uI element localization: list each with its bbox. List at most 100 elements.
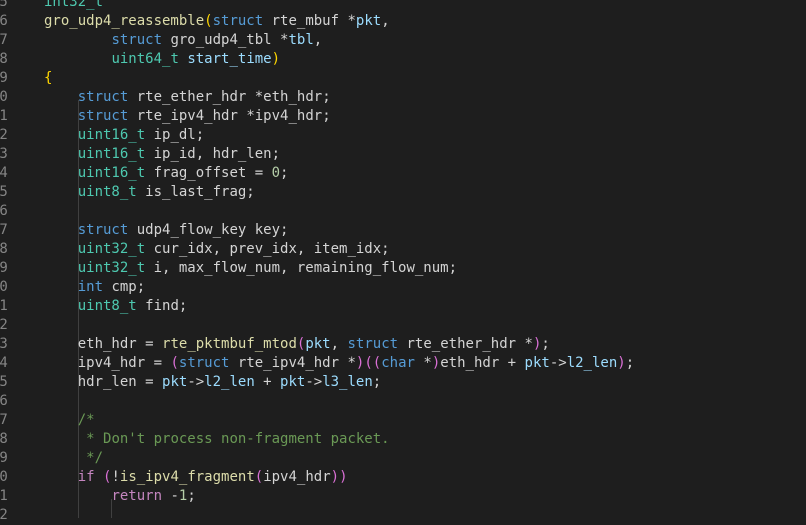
code-line[interactable]: 21 return -1; <box>0 487 806 506</box>
code-token: pkt <box>305 336 331 352</box>
code-token: struct <box>347 336 399 352</box>
code-line[interactable]: 07 struct udp4_flow_key key; <box>0 221 806 240</box>
code-line[interactable]: 16 <box>0 392 806 411</box>
line-number: 08 <box>0 241 8 257</box>
code-line[interactable]: 17 /* <box>0 411 806 430</box>
code-token: rte_mbuf <box>263 13 348 29</box>
code-text: uint16_t ip_dl; <box>44 126 204 145</box>
code-token: -> <box>305 374 323 390</box>
code-token: eth_hdr <box>263 89 323 105</box>
code-text: int32_t <box>44 0 103 12</box>
code-line[interactable]: 05 uint8_t is_last_frag; <box>0 183 806 202</box>
code-text: /* <box>44 411 95 430</box>
code-token: gro_udp4_tbl <box>162 32 281 48</box>
code-line[interactable]: 08 uint32_t cur_idx, prev_idx, item_idx; <box>0 240 806 259</box>
code-token: * <box>347 13 356 29</box>
code-token: { <box>44 70 53 86</box>
code-token: uint8_t <box>77 184 137 200</box>
line-number: 07 <box>0 222 8 238</box>
code-token: * <box>246 108 255 124</box>
code-token: ( <box>372 355 382 371</box>
code-token: ) <box>339 469 348 485</box>
code-token: ( <box>364 355 373 371</box>
code-token: ; <box>322 108 331 124</box>
line-number: 02 <box>0 127 8 143</box>
code-line[interactable]: 98 uint64_t start_time) <box>0 50 806 69</box>
line-number: 16 <box>0 393 8 409</box>
code-token: + <box>254 374 281 390</box>
code-line[interactable]: 03 uint16_t ip_id, hdr_len; <box>0 145 806 164</box>
line-number: 09 <box>0 260 8 276</box>
code-token: -> <box>549 355 567 371</box>
code-token: struct <box>77 89 129 105</box>
code-token: ipv4_hdr <box>254 108 323 124</box>
code-line[interactable]: 06 <box>0 202 806 221</box>
code-line[interactable]: 10 int cmp; <box>0 278 806 297</box>
code-token: * <box>414 355 432 371</box>
code-line[interactable]: 11 uint8_t find; <box>0 297 806 316</box>
code-editor[interactable]: 95int32_t96gro_udp4_reassemble(struct rt… <box>0 0 806 525</box>
code-token: struct <box>178 355 230 371</box>
line-number: 03 <box>0 146 8 162</box>
code-line[interactable]: 09 uint32_t i, max_flow_num, remaining_f… <box>0 259 806 278</box>
code-token: l2_len <box>204 374 255 390</box>
code-text: uint8_t is_last_frag; <box>44 183 255 202</box>
code-token: struct <box>111 32 163 48</box>
code-token: pkt <box>524 355 550 371</box>
code-token: char <box>381 355 415 371</box>
code-line[interactable]: 96 gro_udp4_reassemble(struct rte_mbuf *p… <box>0 12 806 31</box>
code-text: uint64_t start_time) <box>44 50 280 69</box>
code-text: uint32_t cur_idx, prev_idx, item_idx; <box>44 240 390 259</box>
line-number: 14 <box>0 355 8 371</box>
line-number: 97 <box>0 32 8 48</box>
code-line[interactable]: 97 struct gro_udp4_tbl *tbl, <box>0 31 806 50</box>
code-line[interactable]: 18 * Don't process non-fragment packet. <box>0 430 806 449</box>
code-token: ( <box>170 355 179 371</box>
code-token: ) <box>271 51 281 67</box>
code-line[interactable]: 00 struct rte_ether_hdr *eth_hdr; <box>0 88 806 107</box>
code-token: ; <box>187 488 196 504</box>
code-token: uint32_t <box>77 241 146 257</box>
code-token: 0 <box>271 165 281 181</box>
code-text: ipv4_hdr = (struct rte_ipv4_hdr *)((char… <box>44 354 634 373</box>
code-text: * Don't process non-fragment packet. <box>44 430 389 449</box>
code-token: udp4_flow_key key; <box>128 222 289 238</box>
code-token: pkt <box>162 374 188 390</box>
code-token: eth_hdr <box>77 336 137 352</box>
code-token: ) <box>330 469 340 485</box>
line-number: 04 <box>0 165 8 181</box>
code-text: int cmp; <box>44 278 145 297</box>
line-number: 98 <box>0 51 8 67</box>
code-line[interactable]: 02 uint16_t ip_dl; <box>0 126 806 145</box>
code-line[interactable]: 14 ipv4_hdr = (struct rte_ipv4_hdr *)((c… <box>0 354 806 373</box>
code-line[interactable]: 12 <box>0 316 806 335</box>
code-token: ip_dl; <box>145 127 205 143</box>
line-number: 01 <box>0 108 8 124</box>
code-line[interactable]: 13 eth_hdr = rte_pktmbuf_mtod(pkt, struc… <box>0 335 806 354</box>
line-number: 96 <box>0 13 8 29</box>
code-line[interactable]: 19 */ <box>0 449 806 468</box>
code-text: struct gro_udp4_tbl *tbl, <box>44 31 322 50</box>
code-line[interactable]: 15 hdr_len = pkt->l2_len + pkt->l3_len; <box>0 373 806 392</box>
code-line[interactable]: 20 if (!is_ipv4_fragment(ipv4_hdr)) <box>0 468 806 487</box>
code-line[interactable]: 99 { <box>0 69 806 88</box>
code-line[interactable]: 01 struct rte_ipv4_hdr *ipv4_hdr; <box>0 107 806 126</box>
code-line[interactable]: 22 <box>0 506 806 525</box>
code-text: struct rte_ether_hdr *eth_hdr; <box>44 88 331 107</box>
code-line[interactable]: 04 uint16_t frag_offset = 0; <box>0 164 806 183</box>
code-token: struct <box>77 222 129 238</box>
code-line[interactable]: 95 int32_t <box>0 0 806 12</box>
